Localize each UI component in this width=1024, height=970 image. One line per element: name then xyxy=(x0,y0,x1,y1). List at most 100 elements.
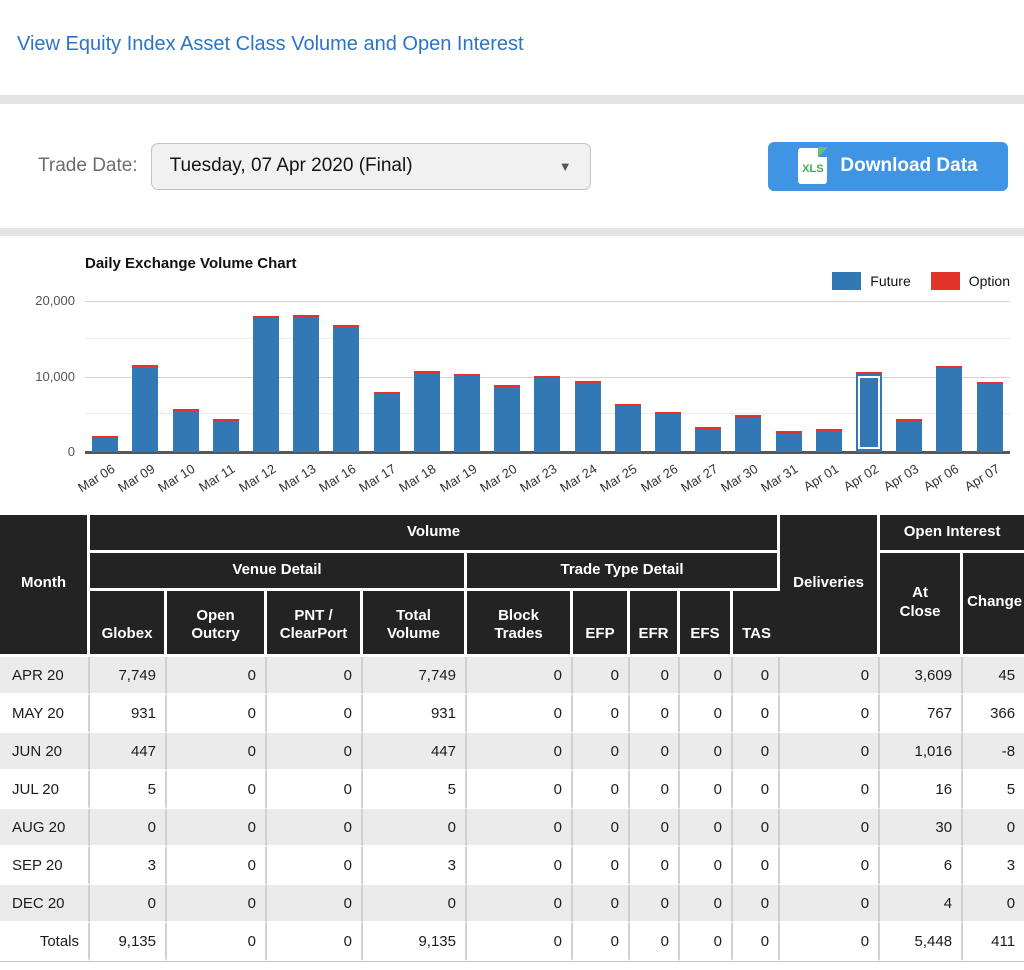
chart-bar-apr-06[interactable] xyxy=(936,366,962,452)
group-header-open-interest: Open Interest xyxy=(880,515,1024,553)
section-divider xyxy=(0,95,1024,104)
col-header-change: Change xyxy=(963,553,1024,657)
cell-month: APR 20 xyxy=(0,657,90,695)
cell-deliveries: 0 xyxy=(780,657,880,695)
trade-date-label: Trade Date: xyxy=(38,155,138,177)
cell-efs: 0 xyxy=(680,733,733,771)
cell-tas: 0 xyxy=(733,923,780,961)
chart-bar-mar-27[interactable] xyxy=(695,427,721,452)
col-header-efp: EFP xyxy=(573,591,630,657)
chart-bar-mar-12[interactable] xyxy=(253,316,279,452)
future-segment xyxy=(776,433,802,452)
cell-efs: 0 xyxy=(680,695,733,733)
group-header-trade-type-detail: Trade Type Detail xyxy=(467,553,780,591)
cell-globex: 0 xyxy=(90,885,167,923)
chart-bar-mar-11[interactable] xyxy=(213,419,239,452)
y-axis-tick-label: 0 xyxy=(68,444,75,459)
cell-efr: 0 xyxy=(630,809,680,847)
chart-bar-mar-10[interactable] xyxy=(173,409,199,452)
table-row: JUN 20447004470000001,016-8 xyxy=(0,733,1024,771)
chart-bar-mar-31[interactable] xyxy=(776,431,802,452)
cell-deliveries: 0 xyxy=(780,733,880,771)
cell-block-trades: 0 xyxy=(467,923,573,961)
chart-bar-mar-06[interactable] xyxy=(92,436,118,452)
x-axis-tick-label: Mar 24 xyxy=(557,461,599,495)
cell-pnt-clearport: 0 xyxy=(267,733,363,771)
cell-pnt-clearport: 0 xyxy=(267,885,363,923)
chart-bar-mar-24[interactable] xyxy=(575,381,601,452)
chart-bar-apr-02[interactable] xyxy=(856,372,882,452)
future-segment xyxy=(816,431,842,452)
col-header-open-outcry: Open Outcry xyxy=(167,591,267,657)
cell-tas: 0 xyxy=(733,847,780,885)
table-row: DEC 20000000000040 xyxy=(0,885,1024,923)
table-row: APR 207,749007,7490000003,60945 xyxy=(0,657,1024,695)
trade-date-value: Tuesday, 07 Apr 2020 (Final) xyxy=(170,155,413,177)
chart-bar-apr-07[interactable] xyxy=(977,382,1003,452)
cell-month: JUL 20 xyxy=(0,771,90,809)
cell-tas: 0 xyxy=(733,695,780,733)
page-title-link[interactable]: View Equity Index Asset Class Volume and… xyxy=(17,33,524,56)
bars-layer xyxy=(85,301,1010,452)
future-segment xyxy=(414,373,440,452)
cell-efp: 0 xyxy=(573,695,630,733)
cell-tas: 0 xyxy=(733,657,780,695)
chart-bar-mar-30[interactable] xyxy=(735,415,761,452)
cell-efs: 0 xyxy=(680,657,733,695)
cell-efp: 0 xyxy=(573,923,630,961)
table-row: AUG 200000000000300 xyxy=(0,809,1024,847)
cell-at-close: 5,448 xyxy=(880,923,963,961)
x-axis-tick-label: Mar 27 xyxy=(678,461,720,495)
future-segment xyxy=(856,374,882,452)
cell-change: 3 xyxy=(963,847,1024,885)
cell-total-volume: 7,749 xyxy=(363,657,467,695)
chart-bar-mar-19[interactable] xyxy=(454,374,480,452)
future-segment xyxy=(333,327,359,452)
chart-bar-apr-01[interactable] xyxy=(816,429,842,452)
x-axis-tick-label: Mar 12 xyxy=(236,461,278,495)
cell-efr: 0 xyxy=(630,695,680,733)
x-axis-tick-label: Apr 03 xyxy=(881,461,921,494)
cell-pnt-clearport: 0 xyxy=(267,809,363,847)
cell-pnt-clearport: 0 xyxy=(267,923,363,961)
cell-at-close: 30 xyxy=(880,809,963,847)
cell-deliveries: 0 xyxy=(780,809,880,847)
legend-label: Option xyxy=(969,273,1010,289)
col-header-at-close: At Close xyxy=(880,553,963,657)
download-data-button[interactable]: XLS Download Data xyxy=(768,142,1008,191)
trade-date-select[interactable]: Tuesday, 07 Apr 2020 (Final) ▼ xyxy=(151,143,591,190)
x-axis-tick-label: Mar 31 xyxy=(758,461,800,495)
x-axis-tick-label: Apr 07 xyxy=(961,461,1001,494)
chart-bar-apr-03[interactable] xyxy=(896,419,922,452)
cell-efp: 0 xyxy=(573,847,630,885)
cell-efs: 0 xyxy=(680,885,733,923)
chart-bar-mar-17[interactable] xyxy=(374,392,400,452)
chart-bar-mar-20[interactable] xyxy=(494,385,520,452)
future-segment xyxy=(92,438,118,452)
xls-file-icon: XLS xyxy=(798,148,827,184)
chart-bar-mar-09[interactable] xyxy=(132,365,158,452)
cell-globex: 0 xyxy=(90,809,167,847)
cell-globex: 447 xyxy=(90,733,167,771)
cell-open-outcry: 0 xyxy=(167,695,267,733)
group-header-volume: Volume xyxy=(90,515,780,553)
cell-efr: 0 xyxy=(630,657,680,695)
chart-bar-mar-25[interactable] xyxy=(615,404,641,452)
cell-month: MAY 20 xyxy=(0,695,90,733)
chart-bar-mar-26[interactable] xyxy=(655,412,681,452)
cell-deliveries: 0 xyxy=(780,695,880,733)
chart-bar-mar-16[interactable] xyxy=(333,325,359,452)
section-divider xyxy=(0,228,1024,236)
chart-bar-mar-18[interactable] xyxy=(414,371,440,452)
y-axis-tick-label: 10,000 xyxy=(35,369,75,384)
chart-bar-mar-23[interactable] xyxy=(534,376,560,452)
cell-efs: 0 xyxy=(680,809,733,847)
cell-efr: 0 xyxy=(630,847,680,885)
cell-total-volume: 447 xyxy=(363,733,467,771)
cell-efp: 0 xyxy=(573,733,630,771)
cell-deliveries: 0 xyxy=(780,923,880,961)
daily-exchange-volume-chart: Daily Exchange Volume Chart FutureOption… xyxy=(0,236,1024,515)
chart-bar-mar-13[interactable] xyxy=(293,315,319,452)
cell-pnt-clearport: 0 xyxy=(267,847,363,885)
cell-month: JUN 20 xyxy=(0,733,90,771)
